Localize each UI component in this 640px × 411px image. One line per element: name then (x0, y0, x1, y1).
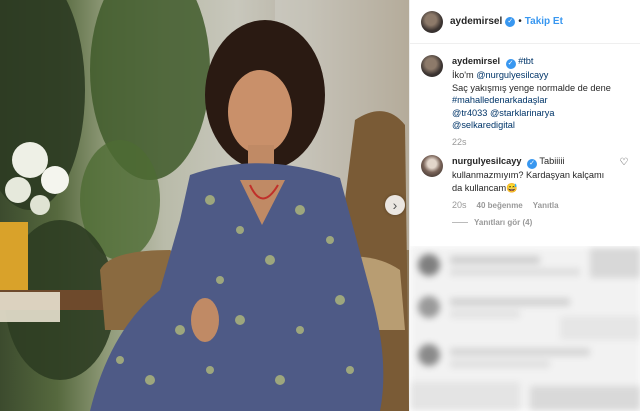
commenter-username[interactable]: nurgulyesilcayy (452, 156, 521, 166)
caption-timestamp[interactable]: 22s (452, 137, 629, 147)
verified-badge-icon: ✓ (527, 158, 538, 169)
replies-divider (452, 222, 468, 224)
caption-username[interactable]: aydemirsel (452, 56, 500, 66)
comment-meta: 20s 40 beğenme Yanıtla (452, 200, 629, 210)
follow-button[interactable]: Takip Et (525, 16, 563, 27)
post-side-panel: aydemirsel ✓ • Takip Et aydemirsel ✓ #tb… (409, 0, 640, 411)
comment-text: nurgulyesilcayy ✓ Tabiiiii kullanmazmıyı… (452, 155, 616, 194)
commenter-avatar[interactable] (421, 154, 443, 177)
comment: nurgulyesilcayy ✓ Tabiiiii kullanmazmıyı… (421, 154, 630, 194)
post-photo[interactable]: › (0, 0, 409, 411)
blurred-content (410, 246, 640, 411)
heart-icon[interactable]: ♡ (620, 157, 630, 168)
carousel-next-button[interactable]: › (385, 195, 405, 215)
author-username[interactable]: aydemirsel (450, 16, 502, 27)
author-avatar[interactable] (421, 10, 443, 33)
hashtag-link[interactable]: #mahalledenarkadaşlar (452, 95, 548, 105)
caption-text: aydemirsel ✓ #tbt İko'm @nurgulyesilcayy… (452, 55, 629, 132)
mention-link[interactable]: @starklarinarya (490, 108, 554, 118)
hashtag-link[interactable]: #tbt (518, 56, 533, 66)
blurred-comments-area (410, 246, 640, 411)
comment-likes-link[interactable]: 40 beğenme (477, 201, 523, 210)
caption-line1: İko'm (452, 70, 477, 80)
mention-link[interactable]: @tr4033 (452, 108, 487, 118)
post-header: aydemirsel ✓ • Takip Et (410, 0, 640, 44)
comments-section: aydemirsel ✓ #tbt İko'm @nurgulyesilcayy… (410, 44, 640, 227)
separator-dot: • (518, 16, 522, 27)
reply-button[interactable]: Yanıtla (533, 201, 559, 210)
view-replies-label: Yanıtları gör (4) (474, 218, 533, 228)
caption: aydemirsel ✓ #tbt İko'm @nurgulyesilcayy… (421, 55, 629, 132)
mention-link[interactable]: @nurgulyesilcayy (476, 70, 548, 80)
caption-avatar[interactable] (421, 55, 443, 77)
verified-badge-icon: ✓ (505, 16, 516, 27)
chevron-right-icon: › (392, 197, 398, 213)
mention-link[interactable]: @selkaredigital (452, 120, 515, 130)
photo-illustration (0, 0, 409, 411)
view-replies-button[interactable]: Yanıtları gör (4) (452, 218, 629, 227)
verified-badge-icon: ✓ (505, 59, 516, 69)
caption-line2: Saç yakışmış yenge normalde de dene (452, 82, 611, 93)
comment-timestamp[interactable]: 20s (452, 200, 467, 210)
